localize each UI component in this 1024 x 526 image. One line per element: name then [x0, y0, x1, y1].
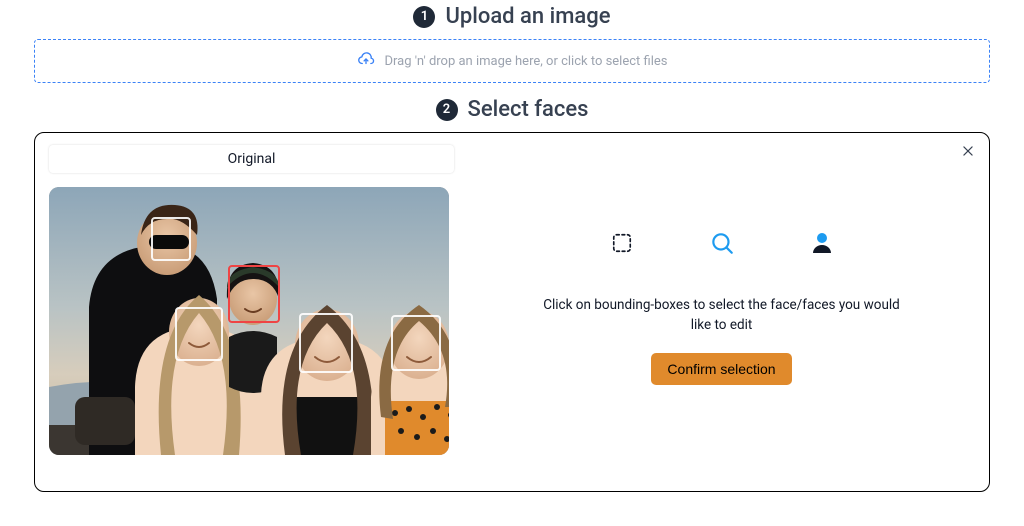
- confirm-selection-label: Confirm selection: [667, 361, 775, 377]
- step-1-heading: 1 Upload an image: [8, 4, 1016, 29]
- magnifier-icon: [708, 229, 736, 257]
- original-image: [49, 187, 449, 455]
- dashed-selection-icon: [608, 229, 636, 257]
- upload-dropzone[interactable]: Drag 'n' drop an image here, or click to…: [34, 39, 990, 83]
- dropzone-text: Drag 'n' drop an image here, or click to…: [385, 54, 668, 69]
- step-2-heading: 2 Select faces: [8, 97, 1016, 122]
- face-bbox-3-selected[interactable]: [228, 265, 280, 323]
- instruction-text: Click on bounding-boxes to select the fa…: [542, 295, 902, 336]
- guide-icon-row: [608, 229, 836, 257]
- face-bbox-5[interactable]: [391, 315, 441, 371]
- step-1-number: 1: [413, 6, 435, 28]
- step-2-number: 2: [436, 99, 458, 121]
- face-bbox-4[interactable]: [299, 313, 353, 373]
- close-icon: [961, 143, 975, 162]
- face-bbox-2[interactable]: [175, 307, 223, 361]
- tab-original[interactable]: Original: [49, 145, 454, 173]
- cloud-upload-icon: [357, 50, 375, 72]
- person-icon: [808, 229, 836, 257]
- step-2-title: Select faces: [468, 97, 589, 122]
- confirm-selection-button[interactable]: Confirm selection: [651, 353, 791, 385]
- select-faces-panel: Original: [34, 132, 990, 492]
- tab-original-label: Original: [228, 151, 276, 167]
- face-bbox-1[interactable]: [151, 217, 191, 261]
- close-panel-button[interactable]: [959, 143, 977, 161]
- step-1-title: Upload an image: [445, 4, 610, 29]
